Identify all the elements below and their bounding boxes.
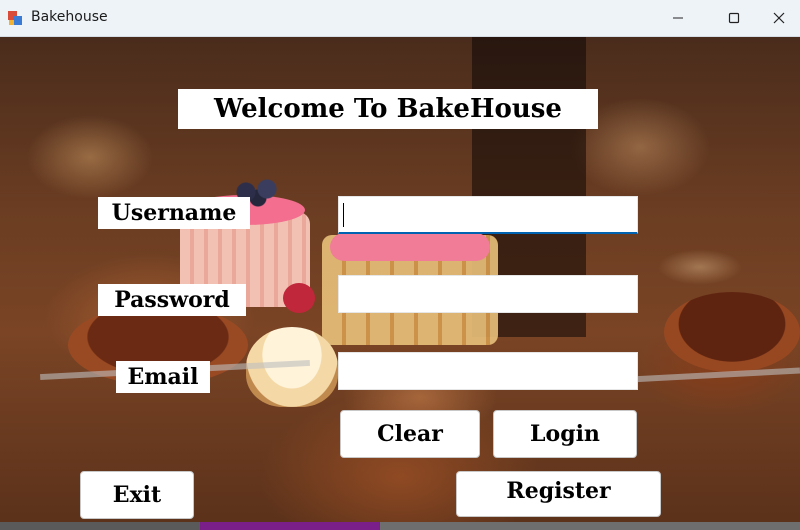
- maximize-icon: [728, 12, 740, 24]
- app-window: Bakehouse Welcome To BakeHouse Username …: [0, 0, 800, 530]
- password-label: Password: [98, 284, 246, 316]
- exit-button[interactable]: Exit: [80, 471, 194, 519]
- text-caret: [343, 203, 344, 227]
- title-bar: Bakehouse: [0, 0, 800, 37]
- background-cake: [330, 233, 490, 261]
- background-strawberry: [283, 283, 315, 313]
- background-tart: [664, 292, 800, 372]
- maximize-button[interactable]: [711, 0, 757, 36]
- minimize-button[interactable]: [655, 0, 701, 36]
- username-input[interactable]: [338, 196, 638, 234]
- close-button[interactable]: [756, 0, 800, 36]
- email-input[interactable]: [338, 352, 638, 390]
- welcome-heading: Welcome To BakeHouse: [178, 89, 598, 129]
- form-client-area: Welcome To BakeHouse Username Password E…: [0, 37, 800, 530]
- close-icon: [773, 12, 785, 24]
- window-title: Bakehouse: [31, 9, 108, 25]
- app-icon: [8, 11, 22, 25]
- password-input[interactable]: [338, 275, 638, 313]
- minimize-icon: [673, 17, 683, 19]
- register-button[interactable]: Register: [456, 471, 661, 517]
- email-label: Email: [116, 361, 210, 393]
- bottom-strip: [0, 522, 800, 530]
- login-button[interactable]: Login: [493, 410, 637, 458]
- username-label: Username: [98, 197, 250, 229]
- clear-button[interactable]: Clear: [340, 410, 480, 458]
